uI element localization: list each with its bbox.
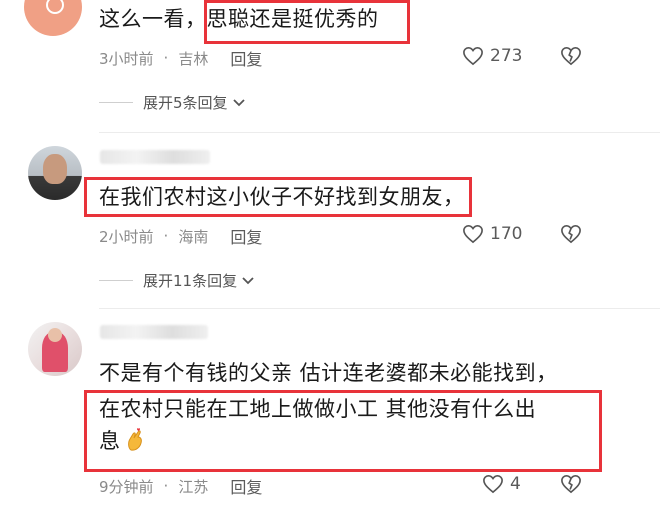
reply-button[interactable]: 回复 bbox=[230, 474, 262, 498]
like-button[interactable]: 4 bbox=[482, 474, 521, 494]
like-count: 170 bbox=[490, 224, 523, 244]
commenter-avatar[interactable] bbox=[28, 322, 82, 376]
broken-heart-icon bbox=[561, 46, 581, 66]
comment-text: 不是有个有钱的父亲 估计连老婆都未必能找到， bbox=[99, 361, 558, 385]
expand-replies[interactable]: 展开5条回复 bbox=[99, 92, 246, 113]
dislike-button[interactable] bbox=[560, 224, 582, 248]
like-count: 273 bbox=[490, 46, 523, 66]
commenter-avatar[interactable] bbox=[24, 0, 82, 36]
comment-meta: 2小时前 · 海南 回复 bbox=[99, 224, 262, 248]
chevron-down-icon bbox=[242, 276, 254, 284]
commenter-avatar[interactable] bbox=[28, 146, 82, 200]
highlight-box bbox=[204, 0, 410, 44]
like-count: 4 bbox=[510, 474, 521, 494]
broken-heart-icon bbox=[561, 224, 581, 244]
heart-outline-icon bbox=[483, 474, 503, 494]
highlight-box bbox=[84, 390, 602, 472]
dislike-button[interactable] bbox=[560, 46, 582, 70]
expand-replies[interactable]: 展开11条回复 bbox=[99, 270, 255, 291]
heart-outline-icon bbox=[463, 224, 483, 244]
username-redacted bbox=[100, 325, 208, 339]
divider bbox=[99, 132, 660, 133]
broken-heart-icon bbox=[561, 474, 581, 494]
reply-button[interactable]: 回复 bbox=[230, 46, 262, 70]
like-button[interactable]: 273 bbox=[462, 46, 522, 66]
highlight-box bbox=[84, 177, 472, 217]
divider bbox=[99, 308, 660, 309]
username-redacted bbox=[100, 150, 210, 164]
like-button[interactable]: 170 bbox=[462, 224, 522, 244]
heart-outline-icon bbox=[463, 46, 483, 66]
chevron-down-icon bbox=[232, 98, 245, 106]
reply-button[interactable]: 回复 bbox=[230, 224, 262, 248]
dislike-button[interactable] bbox=[560, 474, 582, 498]
comment-meta: 9分钟前 · 江苏 回复 bbox=[99, 474, 262, 498]
comment-meta: 3小时前 · 吉林 回复 bbox=[99, 46, 262, 70]
